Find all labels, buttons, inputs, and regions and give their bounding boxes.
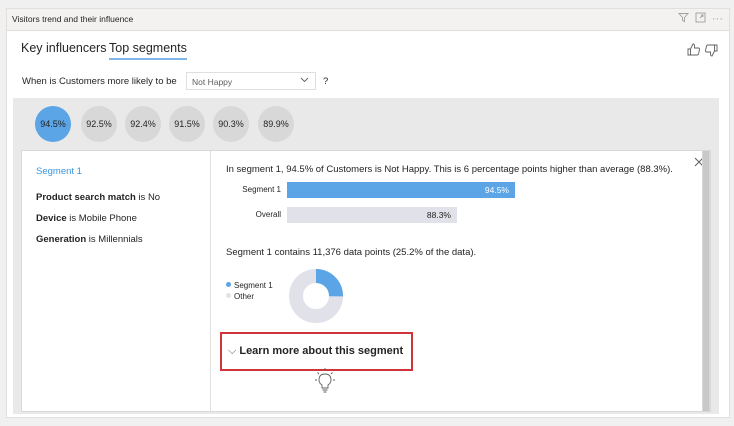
attribute-value: is No (138, 192, 161, 203)
data-share-donut (289, 269, 343, 323)
thumbs-up-icon[interactable] (687, 43, 701, 56)
question-suffix: ? (323, 76, 329, 87)
legend-label: Segment 1 (234, 281, 273, 290)
segment-attribute: Device is Mobile Phone (36, 213, 137, 224)
legend-swatch (226, 282, 231, 287)
segment-attribute: Generation is Millennials (36, 234, 143, 245)
segment-attribute: Product search match is No (36, 192, 160, 203)
target-value-dropdown[interactable]: Not Happy (186, 72, 316, 90)
legend-item: Other (226, 292, 254, 301)
attribute-field: Generation (36, 234, 87, 245)
filter-icon[interactable] (676, 12, 691, 27)
learn-more-text: Learn more about this segment (239, 345, 404, 357)
scrollbar-thumb[interactable] (703, 151, 709, 411)
legend-swatch (226, 293, 231, 298)
focus-mode-icon[interactable] (693, 12, 708, 27)
learn-more-label: ⌵ Learn more about this segment (228, 345, 403, 358)
scrollbar[interactable] (702, 151, 710, 411)
segment-bubble[interactable]: 91.5% (169, 106, 205, 142)
segment-summary: In segment 1, 94.5% of Customers is Not … (226, 164, 673, 175)
chevron-down-icon: ⌵ (228, 345, 237, 357)
legend-item: Segment 1 (226, 281, 273, 290)
lightbulb-icon (315, 368, 335, 393)
segment-name: Segment 1 (36, 166, 82, 177)
feedback-icons (687, 43, 719, 57)
tab-top-segments[interactable]: Top segments (109, 41, 187, 60)
bar-value: 88.3% (426, 210, 451, 220)
bar-label: Overall (255, 210, 281, 219)
thumbs-down-icon[interactable] (704, 44, 718, 57)
segment-bubble[interactable]: 90.3% (213, 106, 249, 142)
segment-bubble[interactable]: 94.5% (35, 106, 71, 142)
segment-detail-card: Segment 1 Product search match is No Dev… (21, 150, 711, 412)
bar-label: Segment 1 (242, 185, 281, 194)
segment-definition: Segment 1 Product search match is No Dev… (22, 151, 211, 411)
attribute-field: Product search match (36, 192, 136, 203)
segments-panel: 94.5% 92.5% 92.4% 91.5% 90.3% 89.9% Segm… (13, 98, 719, 414)
legend-label: Other (234, 292, 255, 301)
segment-bubble[interactable]: 89.9% (258, 106, 294, 142)
bar-value: 94.5% (484, 185, 509, 195)
attribute-field: Device (36, 213, 67, 224)
attribute-value: is Mobile Phone (69, 213, 137, 224)
data-points-text: Segment 1 contains 11,376 data points (2… (226, 247, 477, 258)
chevron-down-icon (300, 75, 309, 86)
visual-header: Visitors trend and their influence ··· (7, 9, 729, 31)
dropdown-selected-value: Not Happy (192, 77, 233, 87)
visual-title: Visitors trend and their influence (12, 14, 134, 24)
question-prefix: When is Customers more likely to be (22, 76, 177, 87)
segment-bubble[interactable]: 92.4% (125, 106, 161, 142)
more-options-icon[interactable]: ··· (710, 12, 725, 27)
segment-bubble[interactable]: 92.5% (81, 106, 117, 142)
tab-key-influencers[interactable]: Key influencers (21, 41, 106, 55)
attribute-value: is Millennials (88, 234, 143, 245)
key-influencers-visual: Visitors trend and their influence ··· K… (6, 8, 730, 418)
